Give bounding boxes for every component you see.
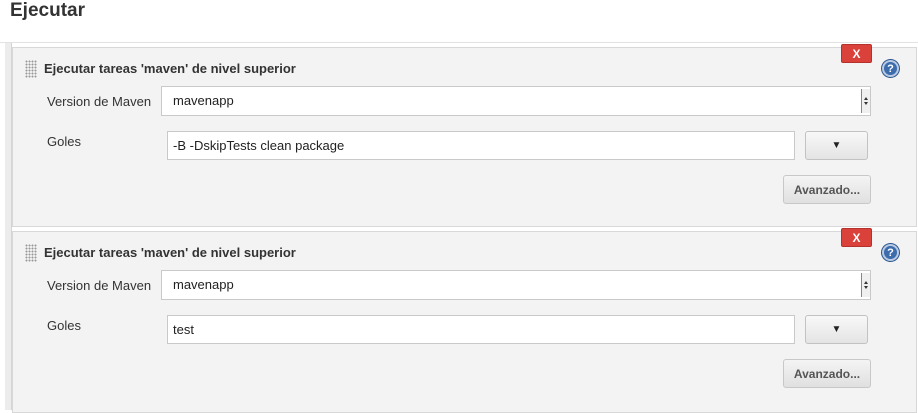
- maven-version-label: Version de Maven: [47, 278, 152, 293]
- maven-version-select[interactable]: mavenapp: [161, 270, 871, 300]
- delete-step-button[interactable]: X: [841, 228, 872, 247]
- delete-step-button[interactable]: X: [841, 44, 872, 63]
- section-gutter: [5, 43, 12, 410]
- step-title: Ejecutar tareas 'maven' de nivel superio…: [44, 61, 296, 76]
- select-arrows-icon: [861, 89, 870, 113]
- section-divider: [0, 42, 918, 43]
- goals-label: Goles: [47, 318, 81, 333]
- maven-version-value: mavenapp: [173, 277, 234, 292]
- help-icon[interactable]: ?: [882, 244, 899, 261]
- goals-label: Goles: [47, 134, 81, 149]
- build-step-maven-2: Ejecutar tareas 'maven' de nivel superio…: [12, 228, 917, 413]
- advanced-button[interactable]: Avanzado...: [783, 175, 871, 204]
- goals-expand-button[interactable]: ▼: [805, 131, 868, 160]
- goals-input[interactable]: test: [167, 315, 795, 344]
- advanced-button[interactable]: Avanzado...: [783, 359, 871, 388]
- step-title: Ejecutar tareas 'maven' de nivel superio…: [44, 245, 296, 260]
- goals-input[interactable]: -B -DskipTests clean package: [167, 131, 795, 160]
- maven-version-label: Version de Maven: [47, 94, 152, 109]
- help-icon[interactable]: ?: [882, 60, 899, 77]
- goals-expand-button[interactable]: ▼: [805, 315, 868, 344]
- drag-handle-icon[interactable]: [25, 60, 37, 78]
- section-title: Ejecutar: [10, 0, 85, 21]
- build-step-maven-1: Ejecutar tareas 'maven' de nivel superio…: [12, 44, 917, 227]
- select-arrows-icon: [861, 273, 870, 297]
- maven-version-value: mavenapp: [173, 93, 234, 108]
- maven-version-select[interactable]: mavenapp: [161, 86, 871, 116]
- drag-handle-icon[interactable]: [25, 244, 37, 262]
